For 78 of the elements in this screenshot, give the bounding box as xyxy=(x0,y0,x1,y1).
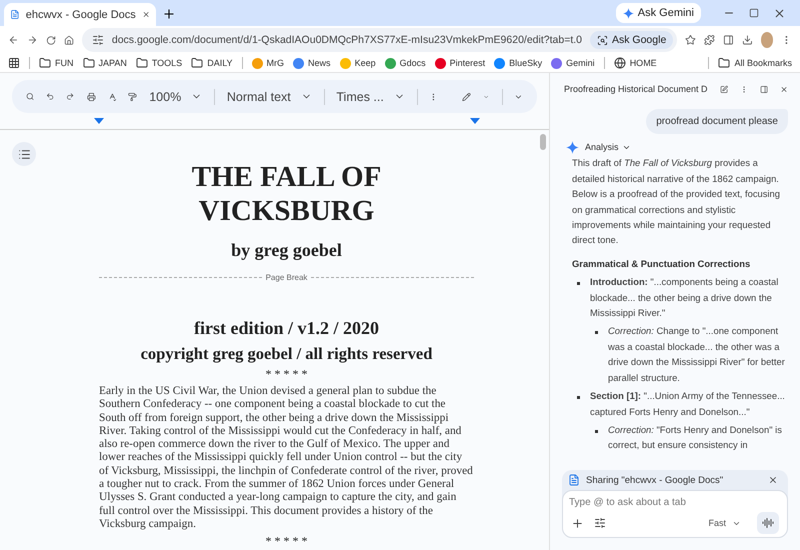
byline: by greg goebel xyxy=(231,240,342,261)
bullet-icon xyxy=(595,430,598,433)
browser-tab[interactable]: ehcwvx - Google Docs xyxy=(4,3,156,26)
sharing-label: Sharing "ehcwvx - Google Docs" xyxy=(586,474,724,486)
zoom-dropdown[interactable]: 100% xyxy=(149,90,202,104)
extensions-icon[interactable] xyxy=(704,33,715,47)
section-divider: * * * * * xyxy=(266,367,308,382)
list-item-text: Introduction: "...components being a coastal blockade... the other being a drive down the Mississippi River." xyxy=(590,275,780,320)
chat-title: Proofreading Historical Document D xyxy=(564,84,708,94)
folder-icon xyxy=(718,57,730,69)
bullet-icon xyxy=(577,396,580,400)
globe-icon xyxy=(614,57,626,69)
ask-gemini-button[interactable]: Ask Gemini xyxy=(616,3,701,23)
bookmark-link[interactable]: FUN xyxy=(39,57,74,69)
folder-icon xyxy=(136,57,148,69)
indent-marker-icon[interactable] xyxy=(94,118,104,124)
close-icon[interactable] xyxy=(773,6,786,20)
mode-dropdown[interactable]: Fast xyxy=(702,517,747,529)
paragraph: Early in the US Civil War, the Union devised a general plan to subdue the Southern Confederacy -- one component being a coastal blockade to cut the South off from foreign support, the other being a drive down the Mississippi River. Taking control of the Mississippi would cut the Confederacy in half, and also re-open commerce down the river to the Gulf of Mexico. The upper and lower reaches of the Mississippi quickly fell under Union control -- but the city of Vicksburg, Mississippi, the linchpin of Confederate control of the river, proved a tougher nut to crack. From the summer of 1862 Union forces under General Ulysses S. Grant conducted a year-long campaign to capture the city, and gain full control over the Mississippi. This document provides a history of the Vicksburg campaign. xyxy=(99,385,474,532)
bookmark-link[interactable]: HOME xyxy=(614,57,657,69)
response-paragraph: This draft of The Fall of Vicksburg provides a detailed historical narrative of the 1862 campaign. Below is a proofread of the provided text, focusing on grammatical corrections and stylistic improvements while maintaining your requested direct tone. xyxy=(572,156,781,248)
section-heading: Grammatical & Punctuation Corrections xyxy=(572,256,752,271)
analysis-toggle[interactable]: Analysis xyxy=(585,140,631,156)
apps-icon[interactable] xyxy=(8,57,20,69)
ask-google-button[interactable]: Ask Google xyxy=(590,31,674,49)
lens-icon xyxy=(597,34,608,46)
new-chat-icon[interactable] xyxy=(720,82,728,96)
add-icon[interactable] xyxy=(571,516,584,530)
close-icon[interactable] xyxy=(768,475,778,485)
voice-icon xyxy=(762,517,774,529)
bullet-icon xyxy=(577,282,580,286)
page-break-label: Page Break xyxy=(266,273,308,282)
scrollbar-thumb[interactable] xyxy=(540,134,546,150)
bookmark-link[interactable]: All Bookmarks xyxy=(718,57,792,69)
user-message: proofread document please xyxy=(646,109,788,134)
copyright-line: copyright greg goebel / all rights reserved xyxy=(140,344,432,364)
font-dropdown[interactable]: Times ... xyxy=(336,90,405,104)
section-divider: * * * * * xyxy=(266,534,308,550)
download-icon[interactable] xyxy=(742,33,753,47)
search-icon[interactable] xyxy=(26,90,34,103)
voice-button[interactable] xyxy=(757,512,779,534)
home-icon[interactable] xyxy=(64,34,74,46)
folder-icon xyxy=(191,57,204,69)
star-icon[interactable] xyxy=(685,33,696,47)
bookmark-link[interactable]: Keep xyxy=(340,58,376,68)
indent-marker-icon[interactable] xyxy=(470,118,480,124)
reload-icon[interactable] xyxy=(46,34,56,46)
bookmark-link[interactable]: Pinterest xyxy=(434,58,486,68)
list-item-text: Section [1]: "...Union Army of the Tennessee... captured Forts Henry and Donelson..." xyxy=(590,389,786,419)
folder-icon xyxy=(82,57,94,69)
bullet-icon xyxy=(595,331,598,334)
bookmark-link[interactable]: BlueSky xyxy=(494,58,542,68)
bookmark-link[interactable]: JAPAN xyxy=(82,57,127,69)
document-title: THE FALL OF VICKSBURG xyxy=(190,160,382,228)
bookmark-link[interactable]: MrG xyxy=(252,58,284,68)
chat-input[interactable]: Type @ to ask about a tab Fast xyxy=(562,490,788,538)
outline-button[interactable] xyxy=(12,142,36,166)
address-bar[interactable]: docs.google.com/document/d/1-QskadIAOu0DMQcPh7XS77xE-mIsu23VmkekPmE9620/edit?tab=t.0 Ask Google xyxy=(82,28,678,52)
sparkle-icon xyxy=(622,8,634,18)
bookmark-link[interactable]: Gdocs xyxy=(384,58,426,68)
list-item-text: Correction: Change to "...one component was a coastal blockade... the other was a drive down the Mississippi River" for better parallel structure. xyxy=(608,324,786,385)
new-tab-icon[interactable] xyxy=(162,7,176,21)
bookmark-link[interactable]: News xyxy=(293,58,331,68)
bookmark-link[interactable]: DAILY xyxy=(191,57,233,69)
folder-icon xyxy=(39,57,51,69)
bookmark-link[interactable]: TOOLS xyxy=(136,57,182,69)
style-dropdown[interactable]: Normal text xyxy=(226,90,312,104)
document-icon xyxy=(568,474,580,486)
close-icon[interactable] xyxy=(142,9,150,20)
site-settings-icon[interactable] xyxy=(92,34,104,46)
sparkle-icon xyxy=(566,141,579,154)
side-panel-icon[interactable] xyxy=(723,33,734,47)
tools-icon[interactable] xyxy=(594,517,606,529)
document-icon xyxy=(10,8,20,21)
bookmark-link[interactable]: Gemini xyxy=(551,58,595,68)
maximize-icon[interactable] xyxy=(749,8,759,18)
list-item-text: Correction: "Forts Henry and Donelson" is correct, but ensure consistency in xyxy=(608,422,783,452)
edition-line: first edition / v1.2 / 2020 xyxy=(194,318,379,339)
